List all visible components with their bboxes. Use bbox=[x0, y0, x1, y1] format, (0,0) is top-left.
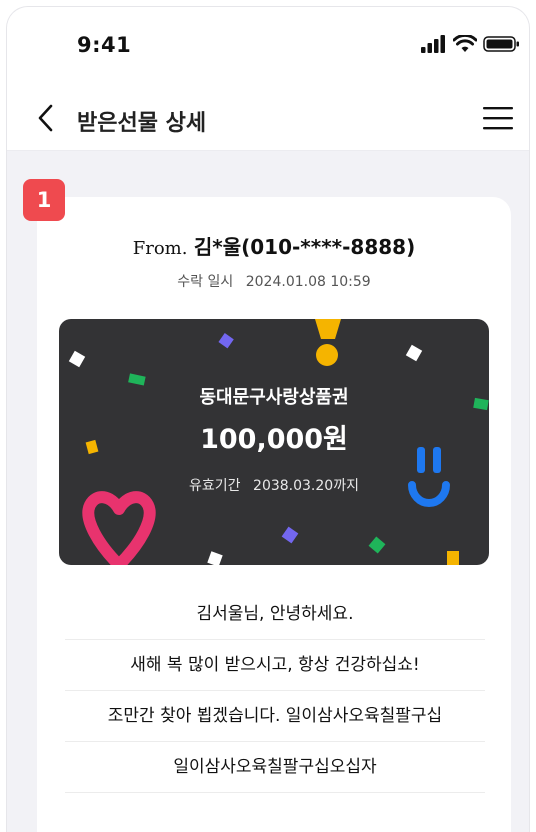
validity-label: 유효기간 bbox=[189, 478, 241, 494]
page-title: 받은선물 상세 bbox=[77, 111, 207, 136]
sender-line: From. 김*울(010-****-8888) bbox=[37, 231, 511, 260]
exclamation-icon bbox=[315, 319, 341, 366]
received-datetime: 수락 일시 2024.01.08 10:59 bbox=[37, 271, 511, 291]
menu-button[interactable] bbox=[483, 105, 513, 131]
message-line: 김서울님, 안녕하세요. bbox=[65, 589, 485, 640]
step-badge: 1 bbox=[23, 179, 65, 221]
gift-detail-card: From. 김*울(010-****-8888) 수락 일시 2024.01.0… bbox=[37, 197, 511, 832]
status-bar: 9:41 bbox=[7, 7, 529, 87]
signal-icon bbox=[421, 35, 445, 53]
heart-icon bbox=[82, 491, 156, 565]
gift-amount: 100,000원 bbox=[200, 424, 348, 455]
phone-screen: 9:41 받은선물 상세 1 From. 김*울(010-****-8888) … bbox=[6, 6, 530, 832]
validity-value: 2038.03.20까지 bbox=[253, 478, 359, 494]
message-line: 조만간 찾아 뵙겠습니다. 일이삼사오육칠팔구십 bbox=[65, 691, 485, 742]
back-button[interactable] bbox=[33, 103, 61, 133]
hamburger-menu-icon bbox=[483, 107, 513, 130]
received-value: 2024.01.08 10:59 bbox=[245, 274, 371, 290]
gift-validity: 유효기간 2038.03.20까지 bbox=[59, 475, 489, 495]
gift-name: 동대문구사랑상품권 bbox=[199, 387, 349, 408]
gift-voucher-card: 동대문구사랑상품권 100,000원 유효기간 2038.03.20까지 bbox=[59, 319, 489, 565]
navigation-bar: 받은선물 상세 bbox=[7, 87, 529, 151]
from-label: From. bbox=[132, 238, 188, 259]
sender-name: 김*울(010-****-8888) bbox=[193, 235, 416, 259]
battery-icon bbox=[483, 36, 519, 52]
status-time: 9:41 bbox=[77, 33, 132, 57]
wifi-icon bbox=[453, 35, 477, 52]
gift-message: 김서울님, 안녕하세요. 새해 복 많이 받으시고, 항상 건강하십쇼! 조만간… bbox=[65, 589, 485, 793]
received-label: 수락 일시 bbox=[177, 274, 234, 290]
message-line: 새해 복 많이 받으시고, 항상 건강하십쇼! bbox=[65, 640, 485, 691]
chevron-left-icon bbox=[38, 104, 53, 132]
message-line: 일이삼사오육칠팔구십오십자 bbox=[65, 742, 485, 793]
